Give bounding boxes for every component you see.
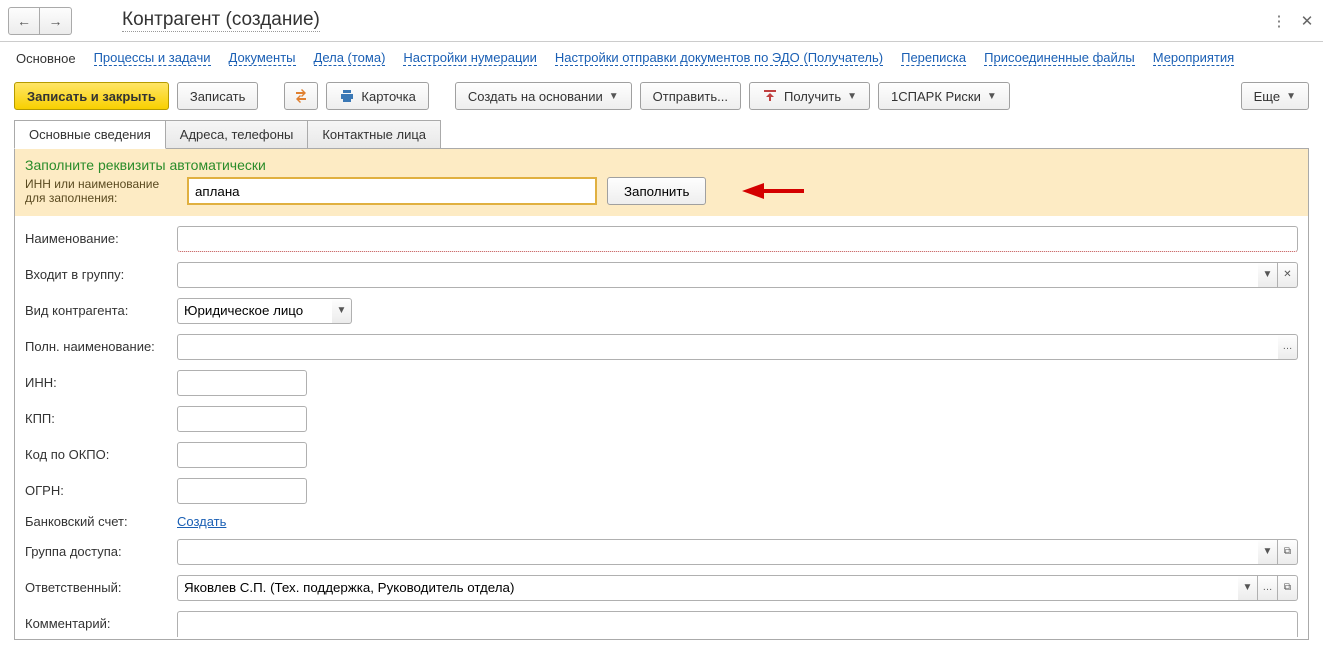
- send-button[interactable]: Отправить...: [640, 82, 741, 110]
- banner-title: Заполните реквизиты автоматически: [25, 157, 1298, 173]
- chevron-down-icon: ▼: [987, 91, 997, 102]
- nav-tab-files[interactable]: Присоединенные файлы: [984, 50, 1135, 66]
- chevron-down-icon: ▼: [609, 91, 619, 102]
- more-button[interactable]: Еще ▼: [1241, 82, 1309, 110]
- access-dropdown-button[interactable]: ▼: [1258, 539, 1278, 565]
- group-dropdown-button[interactable]: ▼: [1258, 262, 1278, 288]
- autofill-input[interactable]: [187, 177, 597, 205]
- name-input[interactable]: [177, 226, 1298, 252]
- fullname-input[interactable]: [177, 334, 1278, 360]
- responsible-dropdown-button[interactable]: ▼: [1238, 575, 1258, 601]
- responsible-ellipsis-button[interactable]: …: [1258, 575, 1278, 601]
- swap-button[interactable]: [284, 82, 318, 110]
- name-label: Наименование:: [25, 231, 177, 246]
- responsible-open-button[interactable]: ⧉: [1278, 575, 1298, 601]
- card-button[interactable]: Карточка: [326, 82, 428, 110]
- tab-basic-info[interactable]: Основные сведения: [14, 120, 166, 149]
- bank-create-link[interactable]: Создать: [177, 514, 226, 529]
- autofill-banner: Заполните реквизиты автоматически ИНН ил…: [15, 149, 1308, 216]
- banner-label: ИНН или наименование для заполнения:: [25, 177, 177, 206]
- receive-button[interactable]: Получить ▼: [749, 82, 870, 110]
- kind-dropdown-button[interactable]: ▼: [332, 298, 352, 324]
- back-button[interactable]: ←: [8, 7, 40, 35]
- access-input[interactable]: [177, 539, 1258, 565]
- autofill-button[interactable]: Заполнить: [607, 177, 706, 205]
- save-button[interactable]: Записать: [177, 82, 259, 110]
- nav-tab-main[interactable]: Основное: [16, 51, 76, 66]
- spark-label: 1СПАРК Риски: [891, 89, 981, 104]
- fullname-ellipsis-button[interactable]: …: [1278, 334, 1298, 360]
- save-and-close-button[interactable]: Записать и закрыть: [14, 82, 169, 110]
- window-title: Контрагент (создание): [122, 9, 320, 32]
- responsible-input[interactable]: [177, 575, 1238, 601]
- fullname-label: Полн. наименование:: [25, 339, 177, 354]
- create-based-button[interactable]: Создать на основании ▼: [455, 82, 632, 110]
- inn-label: ИНН:: [25, 375, 177, 390]
- comment-label: Комментарий:: [25, 616, 177, 631]
- group-input[interactable]: [177, 262, 1258, 288]
- forward-button[interactable]: →: [40, 7, 72, 35]
- access-label: Группа доступа:: [25, 544, 177, 559]
- nav-tab-cases[interactable]: Дела (тома): [314, 50, 386, 66]
- okpo-input[interactable]: [177, 442, 307, 468]
- okpo-label: Код по ОКПО:: [25, 447, 177, 462]
- chevron-down-icon: ▼: [1286, 91, 1296, 102]
- kebab-menu-icon[interactable]: ⋮: [1271, 13, 1287, 29]
- tab-contacts[interactable]: Контактные лица: [307, 120, 441, 149]
- responsible-label: Ответственный:: [25, 580, 177, 595]
- group-clear-button[interactable]: ✕: [1278, 262, 1298, 288]
- printer-icon: [339, 88, 355, 104]
- group-label: Входит в группу:: [25, 267, 177, 282]
- kind-label: Вид контрагента:: [25, 303, 177, 318]
- more-label: Еще: [1254, 89, 1280, 104]
- create-based-label: Создать на основании: [468, 89, 603, 104]
- ogrn-input[interactable]: [177, 478, 307, 504]
- close-icon[interactable]: ✕: [1299, 13, 1315, 29]
- nav-tab-correspondence[interactable]: Переписка: [901, 50, 966, 66]
- inn-input[interactable]: [177, 370, 307, 396]
- pointer-arrow-icon: [734, 179, 804, 203]
- download-icon: [762, 88, 778, 104]
- nav-tab-numbering[interactable]: Настройки нумерации: [403, 50, 537, 66]
- ogrn-label: ОГРН:: [25, 483, 177, 498]
- nav-tab-processes[interactable]: Процессы и задачи: [94, 50, 211, 66]
- kpp-input[interactable]: [177, 406, 307, 432]
- swap-icon: [293, 88, 309, 104]
- nav-tab-documents[interactable]: Документы: [229, 50, 296, 66]
- nav-tab-events[interactable]: Мероприятия: [1153, 50, 1235, 66]
- chevron-down-icon: ▼: [847, 91, 857, 102]
- tab-addresses[interactable]: Адреса, телефоны: [165, 120, 309, 149]
- comment-input[interactable]: [177, 611, 1298, 637]
- card-label: Карточка: [361, 89, 415, 104]
- spark-risks-button[interactable]: 1СПАРК Риски ▼: [878, 82, 1010, 110]
- section-nav: Основное Процессы и задачи Документы Дел…: [0, 42, 1323, 80]
- receive-label: Получить: [784, 89, 841, 104]
- access-open-button[interactable]: ⧉: [1278, 539, 1298, 565]
- kind-select[interactable]: [177, 298, 332, 324]
- bank-label: Банковский счет:: [25, 514, 177, 529]
- kpp-label: КПП:: [25, 411, 177, 426]
- nav-tab-edo[interactable]: Настройки отправки документов по ЭДО (По…: [555, 50, 883, 66]
